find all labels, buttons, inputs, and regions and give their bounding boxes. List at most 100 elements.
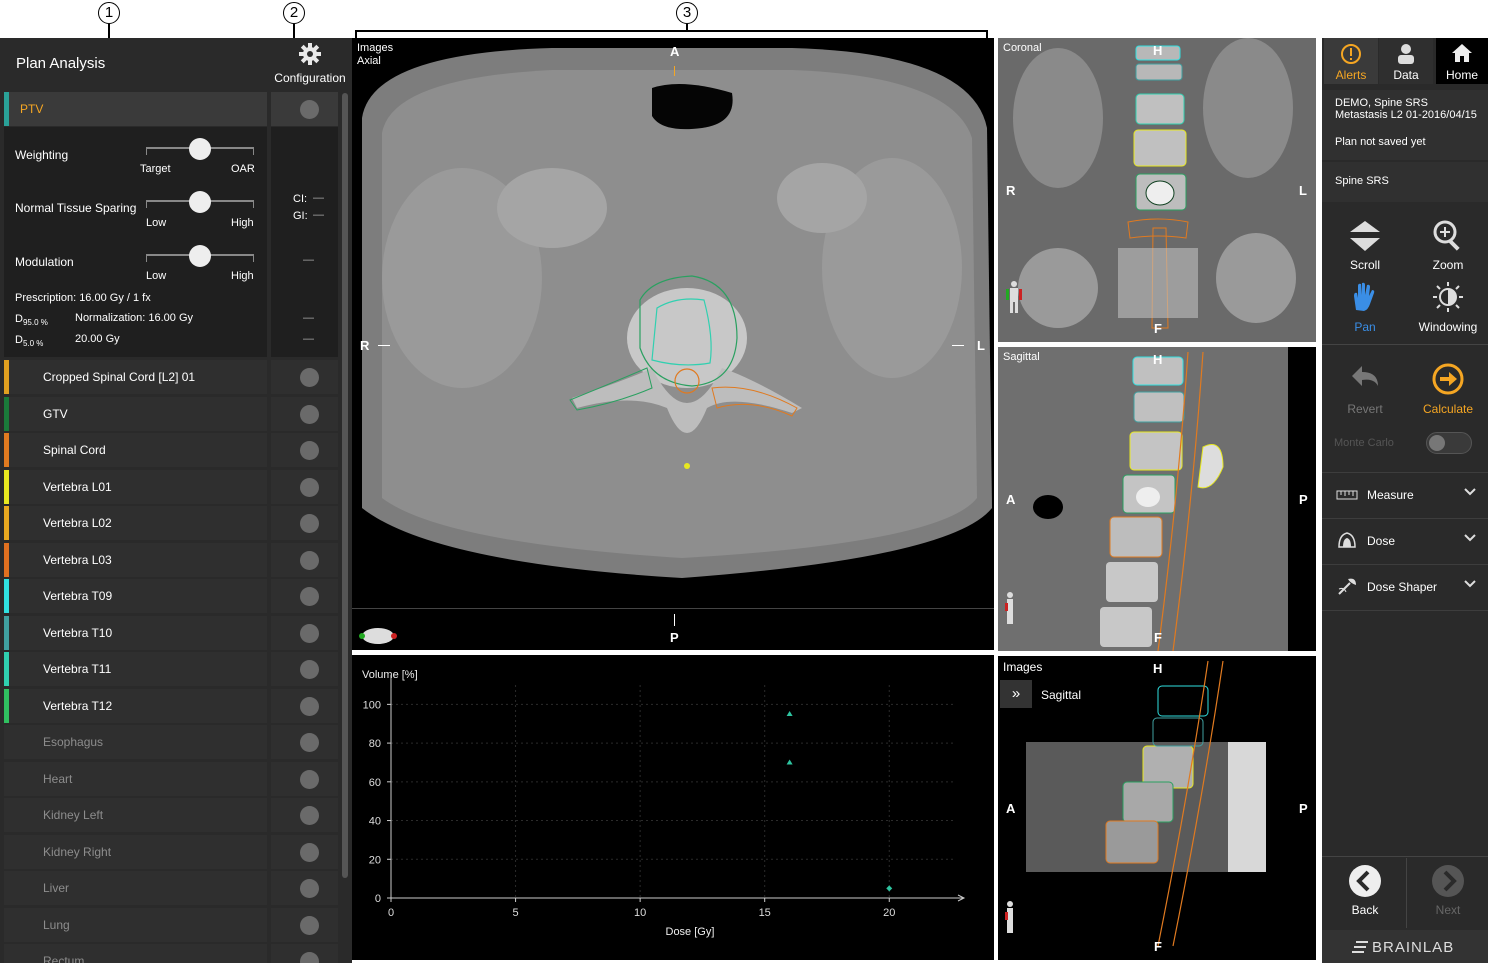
structure-visibility-toggle[interactable] <box>271 652 338 686</box>
structure-row[interactable]: Kidney Left <box>4 798 267 832</box>
zoom-tool[interactable]: Zoom <box>1408 218 1488 272</box>
structure-visibility-toggle[interactable] <box>271 689 338 723</box>
structure-row[interactable]: Vertebra T12 <box>4 689 267 723</box>
structure-row[interactable]: Heart <box>4 762 267 796</box>
ptv-visibility-toggle[interactable] <box>271 92 338 126</box>
gi-value: — <box>313 209 324 221</box>
alerts-button[interactable]: Alerts <box>1324 38 1378 84</box>
structure-row[interactable]: Vertebra T09 <box>4 579 267 613</box>
back-button[interactable]: Back <box>1325 864 1405 917</box>
measure-menu[interactable]: Measure <box>1322 472 1488 516</box>
structure-row[interactable]: Vertebra T11 <box>4 652 267 686</box>
structure-row[interactable]: Lung <box>4 908 267 942</box>
gear-icon <box>299 43 321 65</box>
structure-visibility-toggle[interactable] <box>271 725 338 759</box>
structure-visibility-toggle[interactable] <box>271 616 338 650</box>
revert-label: Revert <box>1347 402 1383 416</box>
structure-row[interactable]: Esophagus <box>4 725 267 759</box>
structure-row[interactable]: Vertebra L03 <box>4 543 267 577</box>
coronal-orient-left: R <box>1006 183 1016 198</box>
calculate-button[interactable]: Calculate <box>1408 362 1488 416</box>
nts-slider-knob[interactable] <box>189 191 211 213</box>
next-button[interactable]: Next <box>1408 864 1488 917</box>
dose-shaper-icon <box>1338 578 1356 595</box>
visibility-dot <box>300 843 319 862</box>
weighting-slider-knob[interactable] <box>189 138 211 160</box>
coronal-orient-top: H <box>1153 43 1163 58</box>
structure-visibility-toggle[interactable] <box>271 835 338 869</box>
structure-row[interactable]: Kidney Right <box>4 835 267 869</box>
structure-label: Cropped Spinal Cord [L2] 01 <box>43 370 196 384</box>
page-title: Plan Analysis <box>16 55 106 72</box>
axial-viewer[interactable]: Images Axial A P R L <box>352 38 994 650</box>
structure-visibility-toggle[interactable] <box>271 397 338 431</box>
images-mode-label[interactable]: Sagittal <box>1041 688 1081 702</box>
scroll-icon <box>1350 221 1380 251</box>
coronal-orient-bottom: F <box>1154 321 1162 336</box>
revert-button[interactable]: Revert <box>1325 362 1405 416</box>
data-button[interactable]: Data <box>1379 38 1433 84</box>
structure-label: Vertebra T11 <box>43 662 112 676</box>
structure-row[interactable]: Cropped Spinal Cord [L2] 01 <box>4 360 267 394</box>
monte-carlo-toggle[interactable] <box>1426 432 1472 454</box>
structure-visibility-toggle[interactable] <box>271 871 338 905</box>
structure-visibility-toggle[interactable] <box>271 470 338 504</box>
coronal-viewer[interactable]: Coronal H F R L <box>998 38 1316 342</box>
structure-visibility-toggle[interactable] <box>271 506 338 540</box>
structure-color-bar <box>4 652 9 686</box>
x-tick-label: 20 <box>883 907 895 919</box>
right-toolbar: Alerts Data Home DEMO, Spine SRS Metasta… <box>1322 38 1488 963</box>
d5-metric: — <box>303 333 314 345</box>
chevron-down-icon <box>1464 534 1476 542</box>
structure-visibility-toggle[interactable] <box>271 360 338 394</box>
images-sagittal-viewer[interactable]: Images » Sagittal H F A P <box>998 656 1316 960</box>
modulation-slider-knob[interactable] <box>189 245 211 267</box>
structure-row[interactable]: Liver <box>4 871 267 905</box>
dvh-chart-panel[interactable]: 0 5 10 15 20 0 20 40 60 80 100 Volume [%] Dose [Gy] <box>352 655 994 960</box>
protocol-item[interactable]: Spine SRS <box>1322 162 1488 202</box>
structure-row[interactable]: Vertebra T10 <box>4 616 267 650</box>
home-button[interactable]: Home <box>1436 38 1488 84</box>
windowing-tool[interactable]: Windowing <box>1408 280 1488 334</box>
structure-visibility-toggle[interactable] <box>271 433 338 467</box>
dose-label: Dose <box>1367 534 1396 548</box>
coronal-orient-right: L <box>1299 183 1307 198</box>
callout-2: 2 <box>283 2 305 24</box>
toggle-knob <box>1429 435 1445 451</box>
patient-data-icon <box>1398 44 1414 64</box>
structure-row[interactable]: GTV <box>4 397 267 431</box>
configuration-button[interactable]: Configuration <box>272 38 348 90</box>
structure-row[interactable]: Spinal Cord <box>4 433 267 467</box>
dose-menu[interactable]: Dose <box>1322 518 1488 562</box>
structure-row[interactable]: Vertebra L01 <box>4 470 267 504</box>
x-tick-label: 15 <box>759 907 771 919</box>
ptv-metrics-column: CI: — GI: — — — — <box>271 127 338 357</box>
structure-visibility-toggle[interactable] <box>271 579 338 613</box>
chevron-down-icon <box>1464 488 1476 496</box>
pan-tool[interactable]: Pan <box>1325 280 1405 334</box>
alert-icon <box>1341 44 1361 64</box>
structure-row-ptv[interactable]: PTV <box>4 92 267 126</box>
patient-info: DEMO, Spine SRS Metastasis L2 01-2016/04… <box>1322 90 1488 160</box>
d95-value: — <box>303 312 314 324</box>
chevron-down-icon <box>1464 580 1476 588</box>
structure-visibility-toggle[interactable] <box>271 908 338 942</box>
structure-visibility-toggle[interactable] <box>271 762 338 796</box>
expand-viewer-button[interactable]: » <box>1000 680 1032 708</box>
structure-row[interactable]: Rectum <box>4 944 267 963</box>
structure-list-scrollbar[interactable] <box>342 93 348 878</box>
visibility-dot <box>300 879 319 898</box>
structure-row[interactable]: Vertebra L02 <box>4 506 267 540</box>
sagittal-viewer[interactable]: Sagittal H F A P <box>998 347 1316 651</box>
structure-visibility-toggle[interactable] <box>271 543 338 577</box>
visibility-dot <box>300 916 319 935</box>
visibility-dot <box>300 806 319 825</box>
sagittal-ct-image <box>998 347 1316 651</box>
dose-shaper-menu[interactable]: Dose Shaper <box>1322 564 1488 608</box>
structure-visibility-toggle[interactable] <box>271 798 338 832</box>
weighting-left-label: Target <box>140 163 171 175</box>
structure-visibility-toggle[interactable] <box>271 944 338 963</box>
scroll-tool[interactable]: Scroll <box>1325 218 1405 272</box>
next-label: Next <box>1435 903 1461 917</box>
axial-tick-left <box>378 345 390 346</box>
